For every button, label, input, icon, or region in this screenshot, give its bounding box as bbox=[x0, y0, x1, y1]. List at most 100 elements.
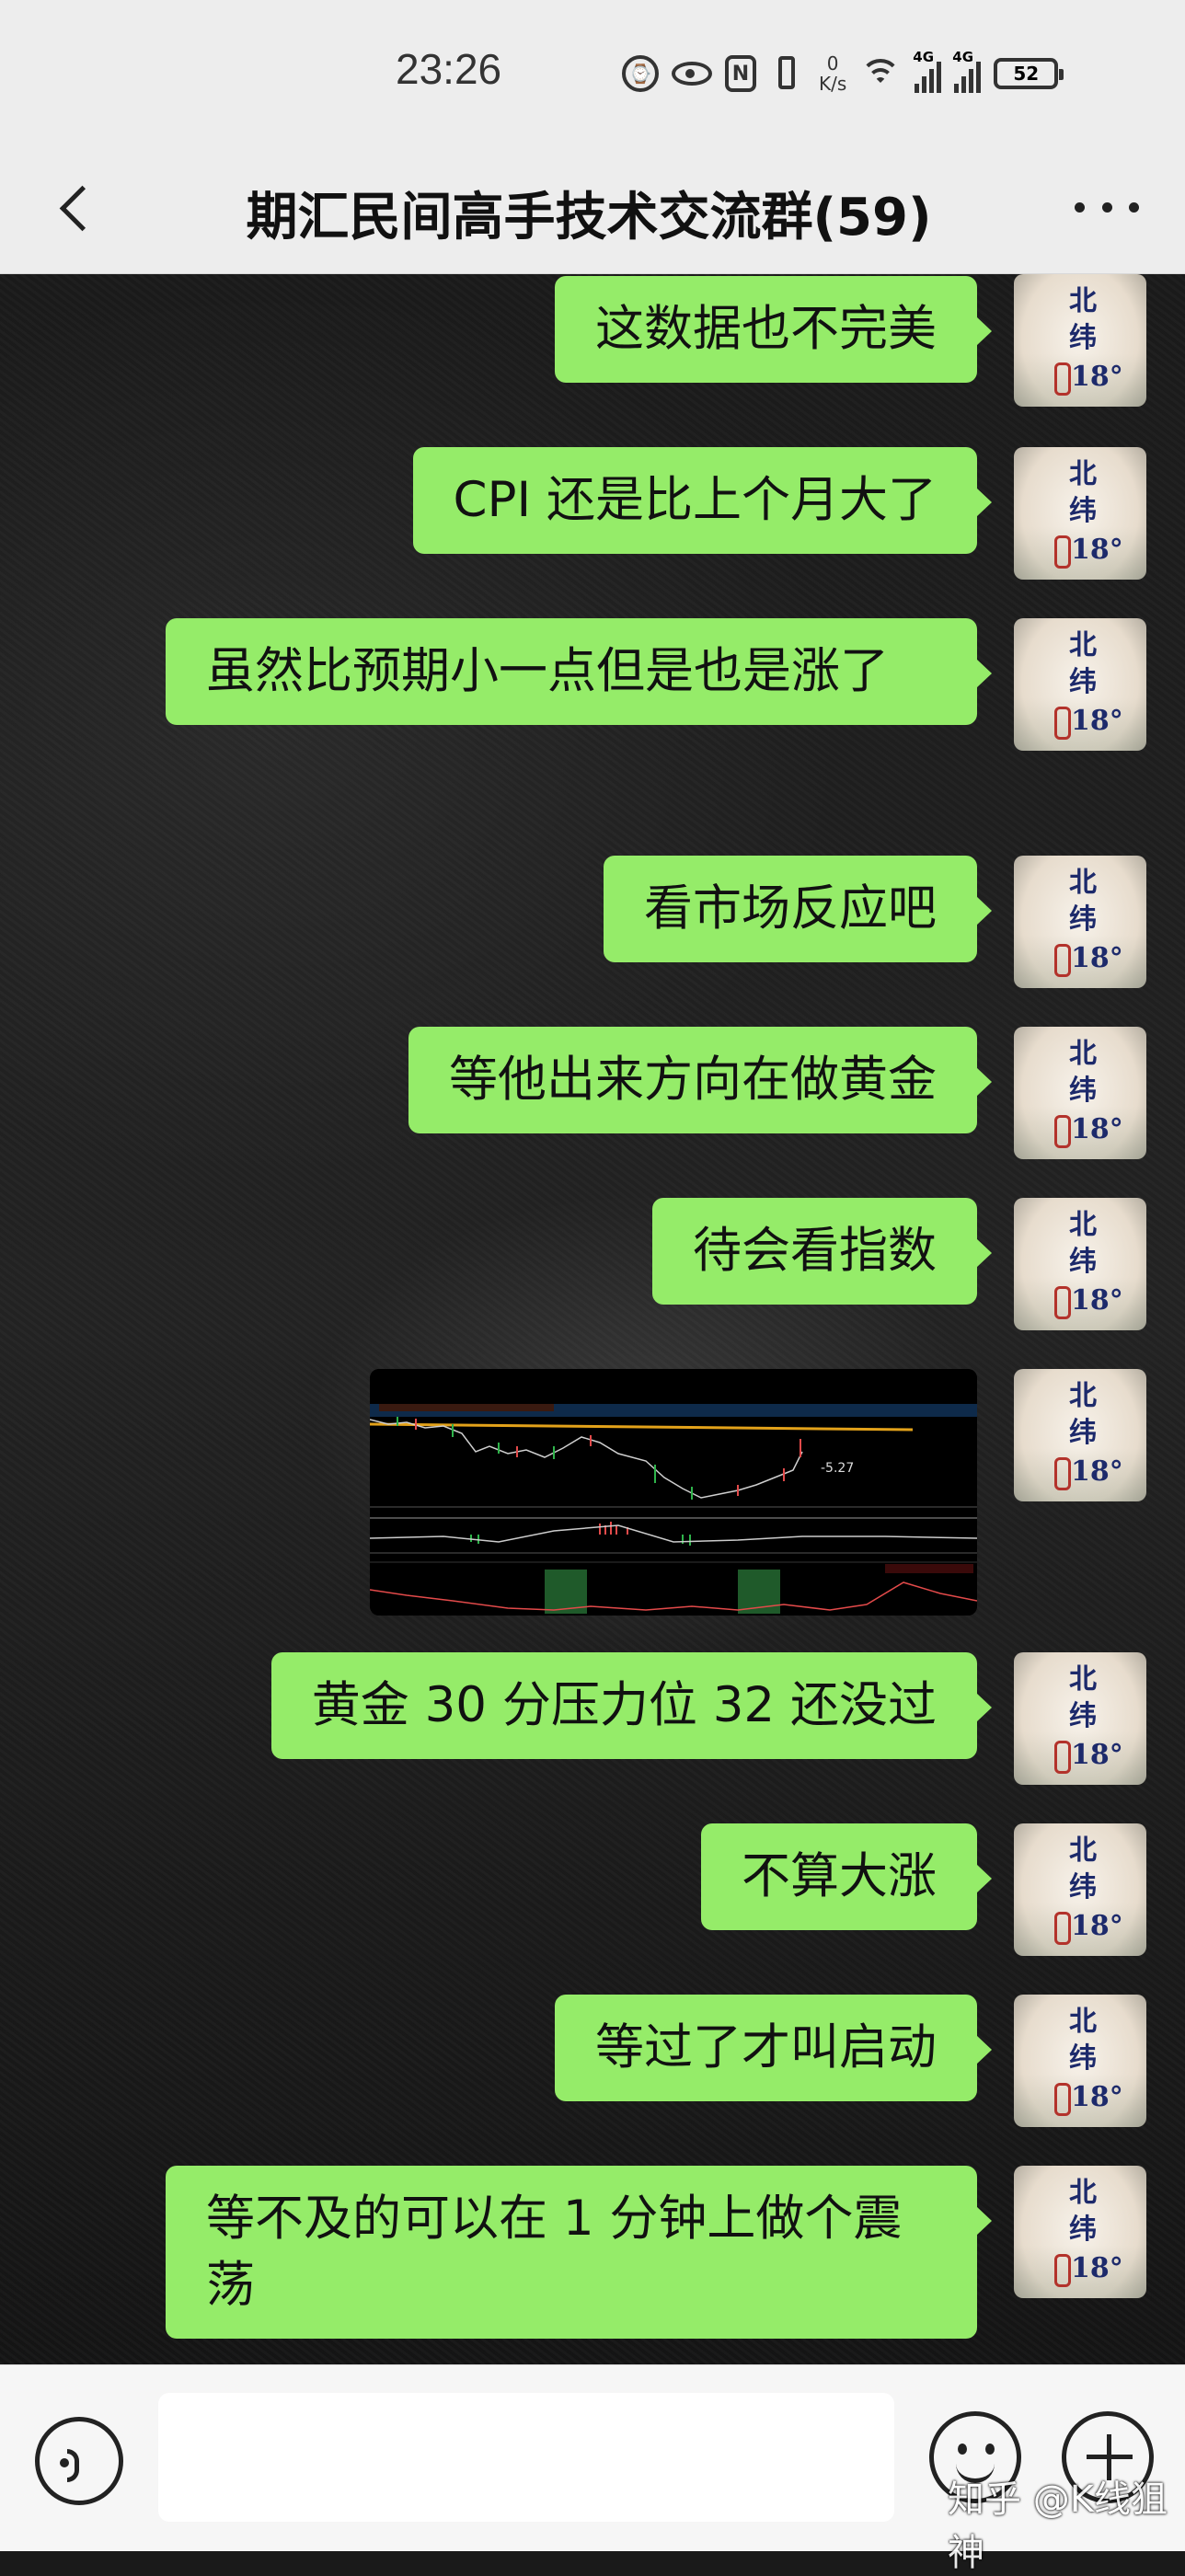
avatar[interactable]: 北纬 18° bbox=[1014, 274, 1146, 407]
seal-icon bbox=[1054, 1115, 1071, 1148]
avatar-text: 北 bbox=[1069, 867, 1097, 899]
chart-screenshot-graphic: -5.27 bbox=[370, 1369, 977, 1616]
seal-icon bbox=[1054, 1286, 1071, 1319]
net-speed-unit: K/s bbox=[819, 73, 847, 95]
seal-icon bbox=[1054, 362, 1071, 396]
seal-icon bbox=[1054, 944, 1071, 977]
message-bubble[interactable]: 黄金 30 分压力位 32 还没过 bbox=[270, 1652, 993, 1759]
net-speed: 0 K/s bbox=[819, 53, 846, 94]
avatar[interactable]: 北纬 18° bbox=[1014, 1198, 1146, 1330]
avatar-text: 北 bbox=[1069, 1834, 1097, 1867]
message-bubble[interactable]: 这数据也不完美 bbox=[555, 276, 992, 383]
status-icons: ⌚ N 0 K/s 4G 4G 52 bbox=[622, 46, 1064, 101]
avatar-degree: ° bbox=[1109, 361, 1123, 393]
avatar-degree: ° bbox=[1109, 1113, 1123, 1145]
avatar-degree: ° bbox=[1109, 1455, 1123, 1488]
message-bubble[interactable]: 待会看指数 bbox=[652, 1198, 992, 1305]
wifi-icon bbox=[859, 55, 902, 92]
avatar-degree: ° bbox=[1109, 942, 1123, 974]
status-bar: 23:26 ⌚ N 0 K/s 4G 4G 52 bbox=[0, 0, 1185, 143]
avatar-degree: ° bbox=[1109, 2252, 1123, 2284]
avatar-text: 纬 bbox=[1069, 1246, 1097, 1278]
avatar-text: 北 bbox=[1069, 1038, 1097, 1070]
avatar-degree: ° bbox=[1109, 1739, 1123, 1771]
avatar-number: 18 bbox=[1071, 534, 1110, 566]
avatar-text: 纬 bbox=[1069, 2042, 1097, 2075]
vibrate-icon bbox=[769, 54, 806, 93]
avatar[interactable]: 北纬 18° bbox=[1014, 1823, 1146, 1956]
avatar-number: 18 bbox=[1071, 361, 1110, 393]
avatar-degree: ° bbox=[1109, 2081, 1123, 2113]
avatar-degree: ° bbox=[1109, 705, 1123, 737]
avatar-text: 北 bbox=[1069, 629, 1097, 661]
sim1-label: 4G bbox=[913, 49, 935, 65]
message-bubble[interactable]: 等过了才叫启动 bbox=[555, 1995, 992, 2101]
message-bubble[interactable]: 等他出来方向在做黄金 bbox=[408, 1027, 992, 1133]
seal-icon bbox=[1054, 2083, 1071, 2116]
avatar-text: 纬 bbox=[1069, 322, 1097, 354]
avatar-text: 纬 bbox=[1069, 1417, 1097, 1449]
avatar-text: 纬 bbox=[1069, 903, 1097, 936]
seal-icon bbox=[1054, 2254, 1071, 2287]
status-time: 23:26 bbox=[396, 45, 502, 93]
more-dots-icon[interactable] bbox=[1075, 198, 1139, 216]
alarm-icon: ⌚ bbox=[622, 55, 659, 92]
seal-icon bbox=[1054, 535, 1071, 569]
message-input[interactable] bbox=[158, 2393, 894, 2522]
avatar-number: 18 bbox=[1071, 2252, 1110, 2284]
avatar[interactable]: 北纬 18° bbox=[1014, 2166, 1146, 2298]
avatar[interactable]: 北纬 18° bbox=[1014, 1027, 1146, 1159]
avatar[interactable]: 北纬 18° bbox=[1014, 1652, 1146, 1785]
message-bubble[interactable]: 看市场反应吧 bbox=[604, 856, 992, 962]
avatar[interactable]: 北纬 18° bbox=[1014, 1369, 1146, 1501]
avatar-text: 北 bbox=[1069, 458, 1097, 490]
avatar-degree: ° bbox=[1109, 1910, 1123, 1942]
seal-icon bbox=[1054, 1912, 1071, 1945]
chart-price-label: -5.27 bbox=[821, 1461, 854, 1476]
message-bubble[interactable]: 虽然比预期小一点但是也是涨了 bbox=[166, 618, 992, 725]
avatar-text: 北 bbox=[1069, 2177, 1097, 2209]
avatar-number: 18 bbox=[1071, 1284, 1110, 1317]
message-bubble[interactable]: CPI 还是比上个月大了 bbox=[412, 447, 993, 554]
avatar-text: 北 bbox=[1069, 1380, 1097, 1412]
signal-icon: 4G bbox=[952, 49, 982, 93]
avatar-text: 纬 bbox=[1069, 1075, 1097, 1107]
signal-icon: 4G bbox=[913, 49, 942, 93]
avatar[interactable]: 北纬 18° bbox=[1014, 447, 1146, 580]
message-list[interactable]: 这数据也不完美 北纬 18° CPI 还是比上个月大了 北纬 18° 虽然比预期… bbox=[0, 274, 1185, 2364]
eye-icon bbox=[672, 62, 712, 86]
net-speed-value: 0 bbox=[826, 52, 839, 75]
chart-screenshot-image[interactable]: -5.27 bbox=[370, 1369, 977, 1616]
chat-header: 期汇民间高手技术交流群(59) bbox=[0, 143, 1185, 274]
avatar[interactable]: 北纬 18° bbox=[1014, 856, 1146, 988]
voice-icon[interactable] bbox=[35, 2417, 123, 2505]
avatar-number: 18 bbox=[1071, 2081, 1110, 2113]
seal-icon bbox=[1054, 1741, 1071, 1774]
avatar-text: 北 bbox=[1069, 1209, 1097, 1241]
avatar-number: 18 bbox=[1071, 1113, 1110, 1145]
avatar[interactable]: 北纬 18° bbox=[1014, 1995, 1146, 2127]
sim2-label: 4G bbox=[952, 49, 974, 65]
battery-icon: 52 bbox=[994, 58, 1064, 89]
avatar-degree: ° bbox=[1109, 1284, 1123, 1317]
avatar-text: 纬 bbox=[1069, 2214, 1097, 2246]
avatar-number: 18 bbox=[1071, 942, 1110, 974]
avatar-text: 纬 bbox=[1069, 666, 1097, 698]
seal-icon bbox=[1054, 1457, 1071, 1490]
watermark: 知乎 @K线狙神 bbox=[948, 2478, 1168, 2574]
seal-icon bbox=[1054, 707, 1071, 740]
chat-title: 期汇民间高手技术交流群(59) bbox=[246, 188, 932, 247]
avatar-text: 北 bbox=[1069, 1663, 1097, 1696]
message-bubble[interactable]: 等不及的可以在 1 分钟上做个震荡 bbox=[166, 2166, 992, 2339]
chevron-left-icon[interactable] bbox=[48, 179, 103, 235]
message-bubble[interactable]: 不算大涨 bbox=[701, 1823, 992, 1930]
avatar-text: 纬 bbox=[1069, 1871, 1097, 1903]
avatar-number: 18 bbox=[1071, 1739, 1110, 1771]
avatar-degree: ° bbox=[1109, 534, 1123, 566]
avatar-number: 18 bbox=[1071, 1910, 1110, 1942]
avatar-text: 纬 bbox=[1069, 495, 1097, 527]
avatar-text: 北 bbox=[1069, 285, 1097, 317]
avatar-text: 北 bbox=[1069, 2006, 1097, 2038]
avatar[interactable]: 北纬 18° bbox=[1014, 618, 1146, 751]
avatar-number: 18 bbox=[1071, 705, 1110, 737]
